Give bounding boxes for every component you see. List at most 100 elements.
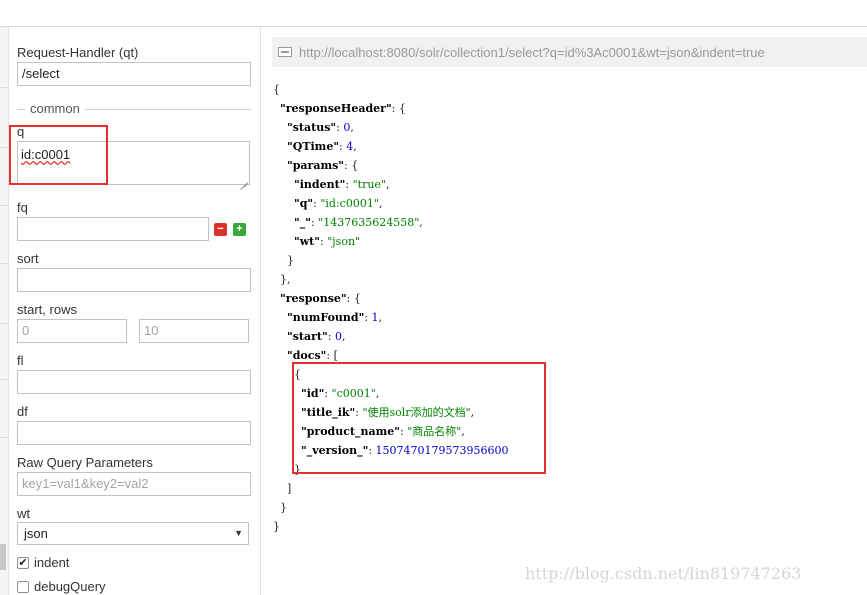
json-punct — [273, 159, 287, 172]
gutter-divider — [0, 437, 9, 438]
debug-query-label: debugQuery — [34, 579, 106, 594]
json-punct: : — [364, 311, 372, 324]
json-key: "q" — [293, 197, 314, 210]
fl-input[interactable] — [17, 370, 251, 394]
json-punct: , — [353, 140, 357, 153]
json-punct — [273, 311, 287, 324]
rows-input[interactable]: 10 — [139, 319, 249, 343]
wt-label: wt — [17, 506, 30, 521]
json-punct: , — [378, 197, 383, 210]
json-string: "json" — [327, 235, 361, 248]
json-punct: }, — [273, 273, 291, 286]
json-line: "wt": "json" — [273, 232, 509, 251]
json-punct — [273, 330, 287, 343]
fq-label: fq — [17, 200, 28, 215]
json-punct — [273, 121, 287, 134]
json-key: "_" — [293, 216, 311, 229]
json-punct: ] — [273, 482, 292, 495]
debug-query-option[interactable]: debugQuery — [17, 579, 106, 594]
json-punct: } — [273, 501, 287, 514]
json-string: "id:c0001" — [320, 197, 379, 210]
json-key: "params" — [287, 159, 345, 172]
json-punct — [273, 235, 294, 248]
json-punct — [273, 102, 280, 115]
json-line: { — [273, 80, 509, 99]
debug-query-checkbox-icon[interactable] — [17, 580, 29, 593]
json-line: } — [273, 517, 509, 536]
request-handler-input[interactable]: /select — [17, 62, 251, 86]
indent-checkbox-icon[interactable]: ✔ — [17, 556, 29, 569]
gutter-divider — [0, 379, 9, 380]
json-punct: , — [378, 311, 383, 324]
json-number: 0 — [334, 330, 342, 343]
request-handler-label: Request-Handler (qt) — [17, 45, 139, 60]
json-punct — [273, 292, 280, 305]
json-line: } — [273, 251, 509, 270]
json-string: "true" — [352, 178, 387, 191]
watermark: http://blog.csdn.net/lin819747263 — [525, 564, 802, 583]
left-gutter — [0, 27, 9, 595]
raw-query-input[interactable]: key1=val1&key2=val2 — [17, 472, 251, 496]
indent-option[interactable]: ✔ indent — [17, 555, 69, 570]
json-punct: , — [341, 330, 346, 343]
fl-label: fl — [17, 353, 24, 368]
json-line: "status": 0, — [273, 118, 509, 137]
json-key: "start" — [287, 330, 328, 343]
json-line: "responseHeader": { — [273, 99, 509, 118]
sort-input[interactable] — [17, 268, 251, 292]
json-punct — [273, 178, 294, 191]
q-highlight-box — [9, 125, 108, 185]
sort-label: sort — [17, 251, 39, 266]
json-line: "q": "id:c0001", — [273, 194, 509, 213]
start-input[interactable]: 0 — [17, 319, 127, 343]
df-label: df — [17, 404, 28, 419]
json-punct: , — [419, 216, 423, 229]
json-key: "numFound" — [287, 311, 365, 324]
json-punct: } — [273, 254, 294, 267]
dropdown-arrow-icon: ▼ — [234, 528, 243, 538]
wt-select[interactable]: json ▼ — [17, 522, 249, 545]
json-punct — [273, 349, 287, 362]
json-key: "docs" — [287, 349, 327, 362]
df-input[interactable] — [17, 421, 251, 445]
json-punct — [273, 197, 294, 210]
remove-fq-icon[interactable]: − — [214, 223, 227, 236]
gutter-divider — [0, 263, 9, 264]
resize-grip-icon[interactable] — [240, 175, 248, 183]
json-punct: , — [350, 121, 354, 134]
indent-label: indent — [34, 555, 70, 570]
json-line: "params": { — [273, 156, 509, 175]
json-number: 1 — [371, 311, 379, 324]
json-line: ] — [273, 479, 509, 498]
start-rows-label: start, rows — [17, 302, 77, 317]
json-punct: : { — [346, 292, 361, 305]
gutter-divider — [0, 147, 9, 148]
json-key: "response" — [280, 292, 347, 305]
json-punct: : — [327, 330, 335, 343]
json-key: "indent" — [293, 178, 346, 191]
json-line: "QTime": 4, — [273, 137, 509, 156]
json-line: "numFound": 1, — [273, 308, 509, 327]
fq-input[interactable] — [17, 217, 209, 241]
json-punct: { — [273, 83, 280, 96]
json-line: "_": "1437635624558", — [273, 213, 509, 232]
json-key: "status" — [287, 121, 337, 134]
json-punct: : { — [344, 159, 359, 172]
query-form-panel: Request-Handler (qt) /select common q id… — [10, 27, 261, 595]
json-line: "response": { — [273, 289, 509, 308]
json-punct — [273, 216, 294, 229]
json-line: }, — [273, 270, 509, 289]
gutter-divider — [0, 323, 9, 324]
json-key: "QTime" — [287, 140, 340, 153]
wt-selected-value: json — [24, 526, 48, 541]
add-fq-icon[interactable]: + — [233, 223, 246, 236]
request-url[interactable]: http://localhost:8080/solr/collection1/s… — [299, 45, 765, 60]
raw-query-label: Raw Query Parameters — [17, 455, 153, 470]
gutter-divider — [0, 87, 9, 88]
url-link-icon — [278, 47, 292, 57]
json-line: } — [273, 498, 509, 517]
gutter-scroll-marker — [0, 544, 6, 570]
gutter-divider — [0, 205, 9, 206]
json-punct: : — [345, 178, 353, 191]
request-url-bar[interactable]: http://localhost:8080/solr/collection1/s… — [272, 37, 867, 67]
